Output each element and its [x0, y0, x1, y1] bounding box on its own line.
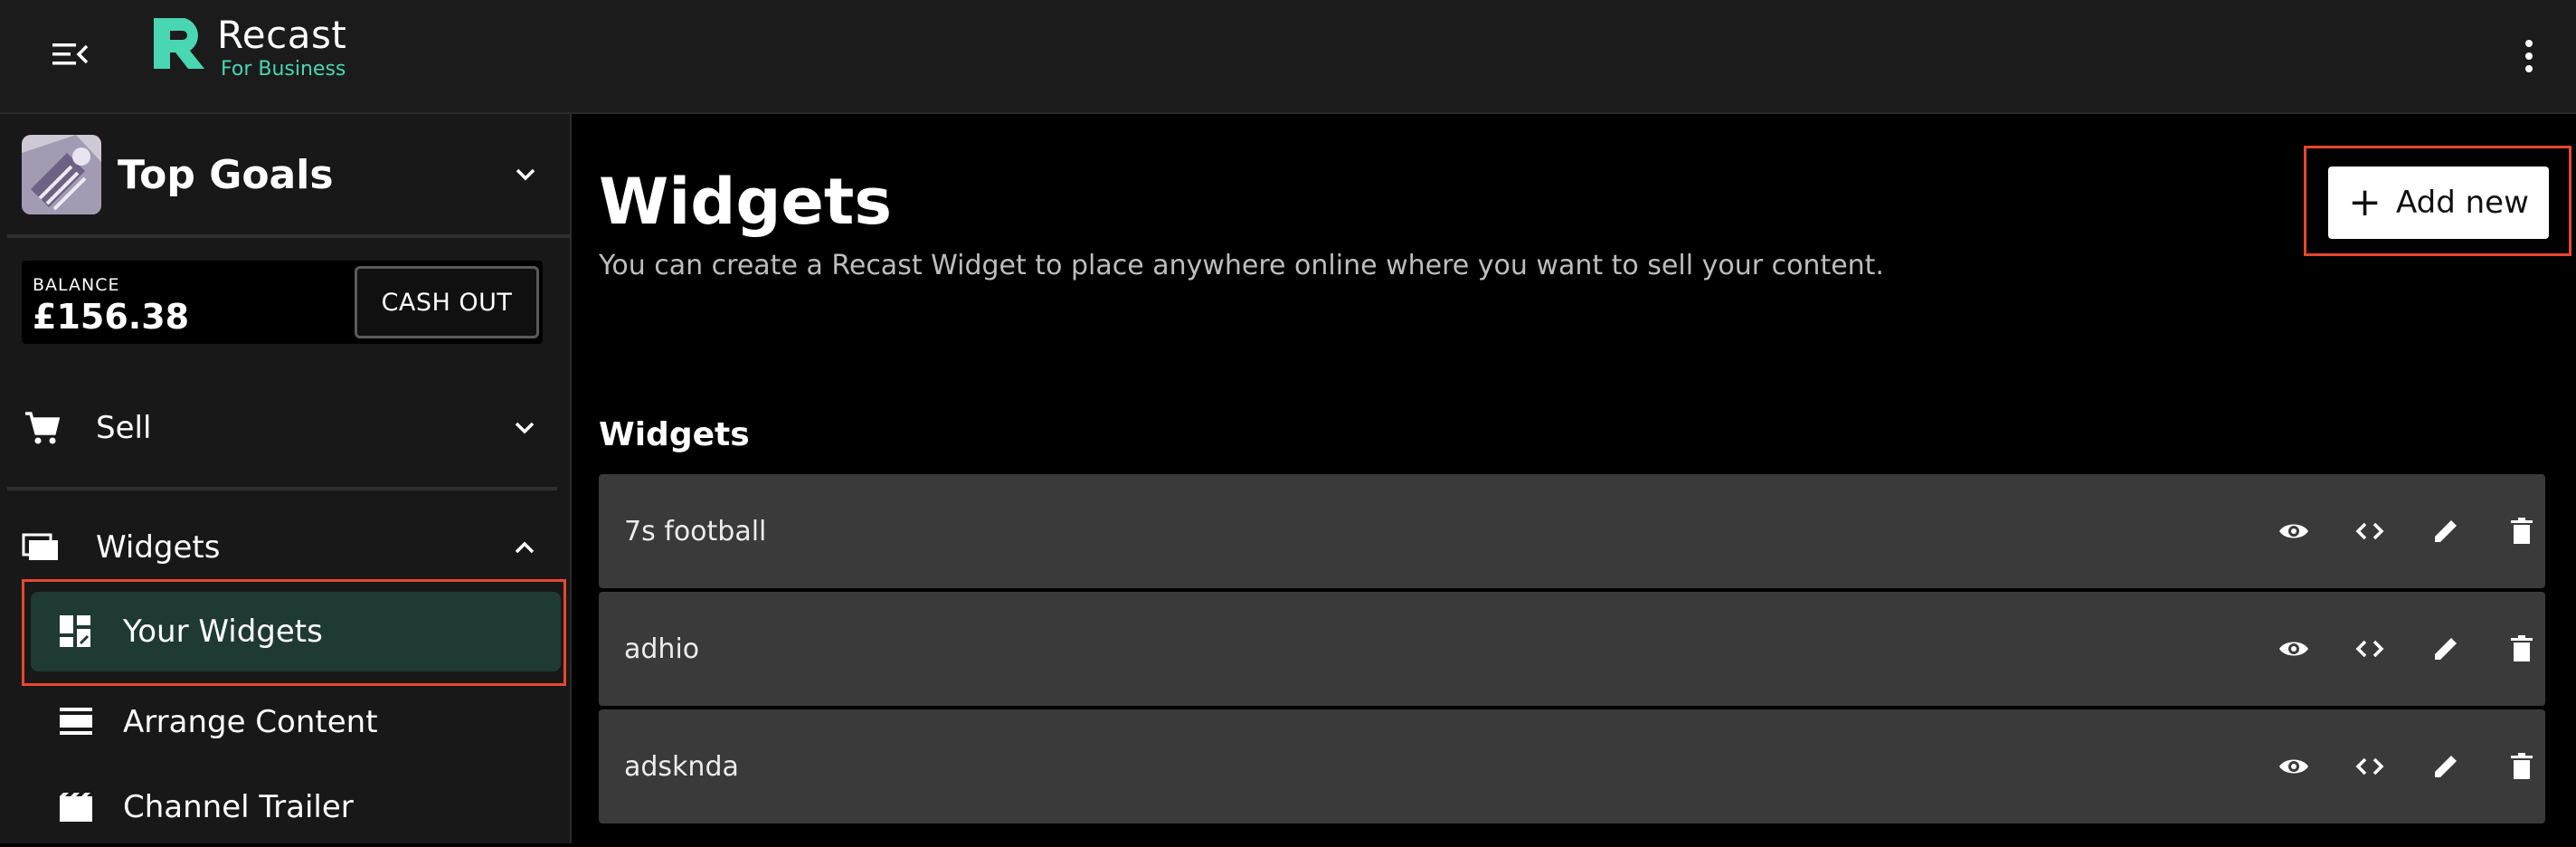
- sidebar-item-channel-trailer[interactable]: Channel Trailer: [31, 767, 561, 847]
- sidebar-item-sell[interactable]: Sell: [22, 396, 550, 460]
- selection-highlight: [22, 579, 566, 686]
- brand-name: Recast: [217, 13, 347, 57]
- delete-trash-icon[interactable]: [2505, 750, 2538, 783]
- widgets-icon: [22, 528, 62, 567]
- edit-pencil-icon[interactable]: [2429, 515, 2462, 547]
- widget-name: 7s football: [624, 515, 767, 547]
- sidebar-item-label: Arrange Content: [123, 704, 378, 740]
- widget-row[interactable]: adhio: [599, 592, 2545, 706]
- cash-out-button[interactable]: CASH OUT: [355, 266, 539, 338]
- add-new-button[interactable]: + Add new: [2328, 167, 2549, 239]
- add-new-label: Add new: [2395, 185, 2529, 221]
- balance-card: BALANCE £156.38 CASH OUT: [22, 261, 543, 344]
- cart-icon: [22, 408, 62, 448]
- brand-logo[interactable]: Recast For Business: [150, 13, 346, 96]
- sidebar-item-label: Sell: [96, 410, 152, 446]
- chevron-down-icon: [516, 168, 535, 181]
- sidebar-item-label: Widgets: [96, 529, 221, 566]
- recast-logo-icon: [154, 18, 204, 69]
- sidebar: Top Goals BALANCE £156.38 CASH OUT Sell: [0, 114, 572, 843]
- edit-pencil-icon[interactable]: [2429, 633, 2462, 665]
- channel-selector[interactable]: Top Goals: [22, 134, 550, 215]
- preview-eye-icon[interactable]: [2278, 750, 2310, 783]
- more-options-icon[interactable]: [2518, 34, 2540, 78]
- embed-code-icon[interactable]: [2353, 515, 2386, 547]
- balance-label: BALANCE: [33, 275, 120, 295]
- sidebar-item-widgets[interactable]: Widgets: [22, 516, 550, 579]
- widget-row[interactable]: 7s football: [599, 474, 2545, 588]
- page-title: Widgets: [599, 165, 893, 239]
- embed-code-icon[interactable]: [2353, 750, 2386, 783]
- sidebar-item-label: Channel Trailer: [123, 789, 354, 825]
- edit-pencil-icon[interactable]: [2429, 750, 2462, 783]
- main-content: Widgets You can create a Recast Widget t…: [573, 114, 2576, 843]
- widget-name: adsknda: [624, 750, 739, 783]
- delete-trash-icon[interactable]: [2505, 515, 2538, 547]
- arrange-icon: [60, 708, 92, 735]
- balance-value: £156.38: [33, 297, 190, 337]
- channel-avatar: [22, 135, 101, 214]
- channel-name: Top Goals: [118, 151, 334, 198]
- widgets-list-title: Widgets: [599, 416, 750, 453]
- brand-subtitle: For Business: [221, 58, 346, 81]
- divider: [7, 487, 557, 490]
- sidebar-item-arrange-content[interactable]: Arrange Content: [31, 682, 561, 762]
- menu-collapse-icon[interactable]: [47, 36, 90, 72]
- preview-eye-icon[interactable]: [2278, 633, 2310, 665]
- embed-code-icon[interactable]: [2353, 633, 2386, 665]
- chevron-up-icon: [515, 541, 535, 554]
- widget-row[interactable]: adsknda: [599, 709, 2545, 823]
- delete-trash-icon[interactable]: [2505, 633, 2538, 665]
- page-description: You can create a Recast Widget to place …: [599, 250, 1884, 281]
- clapperboard-icon: [60, 793, 92, 822]
- top-bar: Recast For Business: [0, 0, 2576, 114]
- divider: [7, 234, 570, 238]
- plus-icon: +: [2348, 179, 2382, 225]
- preview-eye-icon[interactable]: [2278, 515, 2310, 547]
- widget-name: adhio: [624, 633, 700, 665]
- chevron-down-icon: [515, 422, 535, 434]
